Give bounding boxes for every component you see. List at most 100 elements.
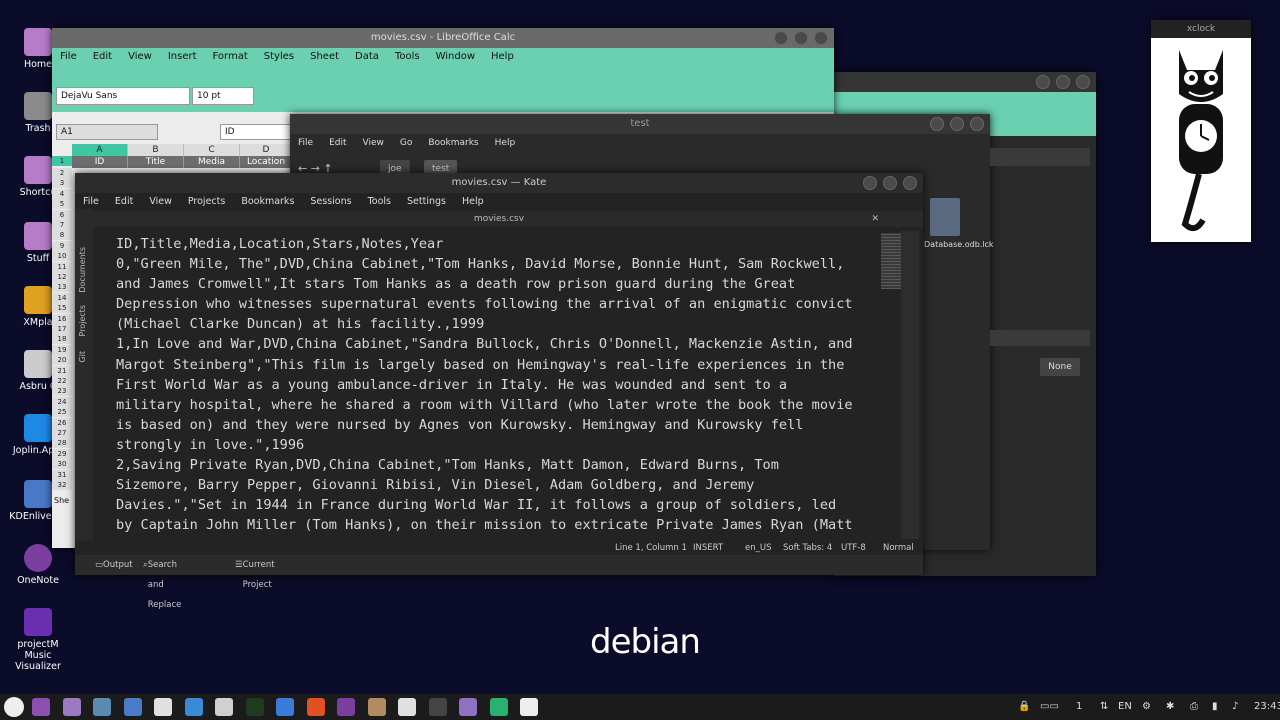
row-header[interactable]: 7 xyxy=(52,220,72,230)
search-replace-button[interactable]: ⌕ Search and Replace xyxy=(143,555,181,610)
taskbar-app-icon[interactable] xyxy=(428,698,447,716)
maximize-icon[interactable] xyxy=(1056,75,1070,89)
vertical-scrollbar[interactable] xyxy=(901,231,919,539)
menu-bookmarks[interactable]: Bookmarks xyxy=(428,138,478,148)
row-header[interactable]: 11 xyxy=(52,261,72,272)
taskbar-app-icon[interactable] xyxy=(154,698,172,716)
taskbar-app-icon[interactable] xyxy=(367,698,386,716)
filter-dropdown[interactable]: None xyxy=(1040,358,1080,376)
maximize-icon[interactable] xyxy=(794,31,808,45)
editor-content[interactable]: ID,Title,Media,Location,Stars,Notes,Year… xyxy=(93,229,879,539)
row-header[interactable]: 24 xyxy=(52,396,72,407)
taskbar-app-icon[interactable] xyxy=(184,698,203,716)
menu-help[interactable]: Help xyxy=(491,51,514,62)
workspace-number[interactable]: 1 xyxy=(1076,694,1082,720)
calc-title-bar[interactable]: movies.csv - LibreOffice Calc xyxy=(52,28,834,48)
menu-help[interactable]: Help xyxy=(495,138,516,148)
column-header[interactable]: A xyxy=(72,144,128,156)
taskbar-app-icon[interactable] xyxy=(93,698,111,716)
close-icon[interactable] xyxy=(1076,75,1090,89)
close-icon[interactable] xyxy=(970,117,984,131)
notification-icon[interactable]: ✱ xyxy=(1166,694,1174,720)
settings-icon[interactable]: ⚙ xyxy=(1142,694,1151,720)
cursor-position[interactable]: Line 1, Column 1 xyxy=(615,541,687,555)
kate-window[interactable]: movies.csv — Kate File Edit View Projects Bo… xyxy=(75,173,923,610)
row-header[interactable]: 12 xyxy=(52,272,72,282)
menu-help[interactable]: Help xyxy=(462,196,484,207)
font-size-box[interactable]: 10 pt xyxy=(192,87,254,105)
row-header[interactable]: 13 xyxy=(52,282,72,293)
maximize-icon[interactable] xyxy=(950,117,964,131)
column-header[interactable]: C xyxy=(184,144,240,156)
row-header[interactable]: 18 xyxy=(52,334,72,345)
row-header[interactable]: 2 xyxy=(52,168,72,178)
row-header[interactable]: 32 xyxy=(52,480,72,490)
column-header[interactable]: B xyxy=(128,144,184,156)
close-tab-icon[interactable]: ✕ xyxy=(871,211,879,227)
dictionary-language[interactable]: en_US xyxy=(745,541,771,555)
kate-title-bar[interactable]: movies.csv — Kate xyxy=(75,173,923,193)
minimize-icon[interactable] xyxy=(863,176,877,190)
taskbar-app-icon[interactable] xyxy=(489,698,508,716)
sheet-tab[interactable]: She xyxy=(54,496,69,505)
menu-styles[interactable]: Styles xyxy=(264,51,294,62)
encoding[interactable]: UTF-8 xyxy=(841,541,866,555)
clock[interactable]: 23:43 xyxy=(1254,694,1280,720)
cell[interactable]: Media xyxy=(184,156,240,168)
taskbar-app-icon[interactable] xyxy=(215,698,233,716)
row-header[interactable]: 4 xyxy=(52,188,72,199)
menu-edit[interactable]: Edit xyxy=(115,196,133,207)
xclock-window[interactable]: xclock xyxy=(1151,20,1251,242)
menu-view[interactable]: View xyxy=(363,138,384,148)
row-header[interactable]: 22 xyxy=(52,376,72,386)
minimap[interactable] xyxy=(881,233,901,289)
file-icon[interactable] xyxy=(930,198,960,236)
taskbar-app-icon[interactable] xyxy=(245,698,264,716)
row-header[interactable]: 5 xyxy=(52,199,72,210)
row-header[interactable]: 19 xyxy=(52,344,72,355)
menu-file[interactable]: File xyxy=(83,196,99,207)
git-side-tab[interactable]: Git xyxy=(78,351,87,363)
cell[interactable]: Title xyxy=(128,156,184,168)
syntax-mode[interactable]: Normal xyxy=(883,541,914,555)
row-header[interactable]: 14 xyxy=(52,292,72,303)
row-header[interactable]: 30 xyxy=(52,459,72,470)
row-header[interactable]: 29 xyxy=(52,448,72,459)
menu-tools[interactable]: Tools xyxy=(368,196,391,207)
name-box[interactable]: A1 xyxy=(56,124,158,140)
taskbar-app-icon[interactable] xyxy=(123,698,142,716)
file-manager-title-bar[interactable]: test xyxy=(290,114,990,134)
output-button[interactable]: ▭ Output xyxy=(95,555,133,575)
printer-icon[interactable]: ⎙ xyxy=(1190,694,1198,720)
close-icon[interactable] xyxy=(903,176,917,190)
row-header[interactable]: 15 xyxy=(52,303,72,314)
menu-view[interactable]: View xyxy=(149,196,172,207)
file-label[interactable]: Database.odb.lck xyxy=(924,240,994,249)
text-editor[interactable]: ID,Title,Media,Location,Stars,Notes,Year… xyxy=(93,229,879,539)
close-icon[interactable] xyxy=(814,31,828,45)
cell[interactable]: ID xyxy=(72,156,128,168)
taskbar-app-icon[interactable] xyxy=(276,698,294,716)
taskbar-app-icon[interactable] xyxy=(32,698,50,716)
minimize-icon[interactable] xyxy=(930,117,944,131)
menu-sheet[interactable]: Sheet xyxy=(310,51,339,62)
row-header[interactable]: 27 xyxy=(52,428,72,438)
row-header[interactable]: 10 xyxy=(52,251,72,262)
desktop-icon-onenote[interactable]: OneNote xyxy=(8,544,68,586)
row-header[interactable]: 25 xyxy=(52,407,72,418)
menu-sessions[interactable]: Sessions xyxy=(310,196,351,207)
minimize-icon[interactable] xyxy=(774,31,788,45)
network-icon[interactable]: ⇅ xyxy=(1100,694,1108,720)
documents-side-tab[interactable]: Documents xyxy=(78,247,87,293)
projects-side-tab[interactable]: Projects xyxy=(78,305,87,337)
battery-icon[interactable]: ▮ xyxy=(1212,694,1218,720)
keyboard-layout[interactable]: EN xyxy=(1118,694,1132,720)
menu-go[interactable]: Go xyxy=(400,138,412,148)
title-bar[interactable] xyxy=(834,72,1096,92)
menu-projects[interactable]: Projects xyxy=(188,196,225,207)
menu-window[interactable]: Window xyxy=(436,51,475,62)
row-header[interactable]: 20 xyxy=(52,355,72,366)
document-tab[interactable]: movies.csv xyxy=(474,214,524,224)
menu-data[interactable]: Data xyxy=(355,51,379,62)
row-header[interactable]: 21 xyxy=(52,365,72,376)
